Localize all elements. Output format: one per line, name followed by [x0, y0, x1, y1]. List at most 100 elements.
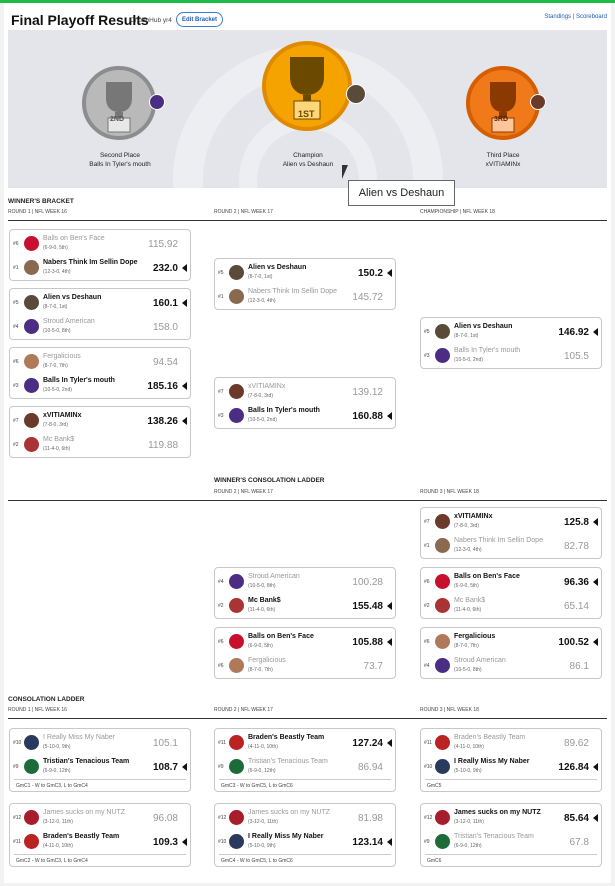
team-avatar[interactable]: [24, 236, 39, 251]
team-row[interactable]: #6 Fergalicious (8-7-0, 7th) 73.7: [215, 654, 395, 678]
team-avatar[interactable]: [229, 658, 244, 673]
team-name[interactable]: xVITIAMINx: [454, 513, 493, 520]
team-name[interactable]: Nabers Think Im Sellin Dope: [248, 288, 337, 295]
matchup-card[interactable]: #12 James sucks on my NUTZ (3-12-0, 11th) 8…: [420, 803, 602, 867]
team-row[interactable]: #4 Stroud American (10-5-0, 8th) 86.1: [421, 654, 601, 678]
team-name[interactable]: Fergalicious: [454, 633, 495, 640]
team-avatar[interactable]: [229, 834, 244, 849]
matchup-card[interactable]: #6 Balls on Ben's Face (6-9-0, 5th) 115.92 #…: [9, 229, 191, 281]
team-avatar[interactable]: [435, 514, 450, 529]
team-row[interactable]: #12 James sucks on my NUTZ (3-12-0, 11th) 8…: [215, 806, 395, 830]
team-avatar[interactable]: [24, 260, 39, 275]
team-row[interactable]: #10 I Really Miss My Naber (5-10-0, 9th) 12…: [215, 830, 395, 854]
team-row[interactable]: #5 Alien vs Deshaun (8-7-0, 1st) 150.2: [215, 261, 395, 285]
matchup-card[interactable]: #7 xVITIAMINx (7-8-0, 3rd) 138.26 #2 Mc Bank$…: [9, 406, 191, 458]
team-row[interactable]: #7 xVITIAMINx (7-8-0, 3rd) 125.8: [421, 510, 601, 534]
third-place-avatar[interactable]: [530, 94, 546, 110]
matchup-card[interactable]: #6 Balls on Ben's Face (6-9-0, 5th) 105.88 #…: [214, 627, 396, 679]
team-row[interactable]: #12 James sucks on my NUTZ (3-12-0, 11th) 8…: [421, 806, 601, 830]
matchup-card[interactable]: #7 xVITIAMINx (7-8-0, 3rd) 125.8 #1 Nabers Th…: [420, 507, 602, 559]
edit-bracket-button[interactable]: Edit Bracket: [176, 12, 223, 27]
team-avatar[interactable]: [229, 384, 244, 399]
team-name[interactable]: Braden's Beastly Team: [43, 833, 119, 840]
scoreboard-link[interactable]: Scoreboard: [576, 14, 607, 20]
matchup-card[interactable]: #6 Fergalicious (8-7-0, 7th) 100.52 #4 Stroud…: [420, 627, 602, 679]
team-row[interactable]: #3 Balls In Tyler's mouth (10-5-0, 2nd) 185…: [10, 374, 190, 398]
team-row[interactable]: #9 Tristian's Tenacious Team (6-9-0, 12th)…: [421, 830, 601, 854]
matchup-card[interactable]: #5 Alien vs Deshaun (8-7-0, 1st) 150.2 #1 Nab…: [214, 258, 396, 310]
team-row[interactable]: #6 Fergalicious (8-7-0, 7th) 94.54: [10, 350, 190, 374]
team-row[interactable]: #9 Tristian's Tenacious Team (6-9-0, 12th)…: [10, 755, 190, 779]
team-avatar[interactable]: [229, 289, 244, 304]
matchup-card[interactable]: #5 Alien vs Deshaun (8-7-0, 1st) 160.1 #4 Str…: [9, 288, 191, 340]
team-name[interactable]: Alien vs Deshaun: [43, 294, 101, 301]
team-avatar[interactable]: [435, 735, 450, 750]
team-row[interactable]: #4 Stroud American (10-5-0, 8th) 158.0: [10, 315, 190, 339]
team-row[interactable]: #1 Nabers Think Im Sellin Dope (12-3-0, 4t…: [215, 285, 395, 309]
third-place-team[interactable]: xVITIAMINx: [453, 160, 553, 169]
team-avatar[interactable]: [24, 295, 39, 310]
team-name[interactable]: Tristian's Tenacious Team: [248, 758, 328, 765]
team-name[interactable]: Balls on Ben's Face: [454, 573, 520, 580]
team-row[interactable]: #1 Nabers Think Im Sellin Dope (12-3-0, 4t…: [10, 256, 190, 280]
team-row[interactable]: #11 Braden's Beastly Team (4-11-0, 10th) 12…: [215, 731, 395, 755]
team-avatar[interactable]: [229, 735, 244, 750]
champion-avatar[interactable]: [346, 84, 366, 104]
matchup-card[interactable]: #10 I Really Miss My Naber (5-10-0, 9th) 10…: [9, 728, 191, 792]
team-row[interactable]: #10 I Really Miss My Naber (5-10-0, 9th) 12…: [421, 755, 601, 779]
team-name[interactable]: Tristian's Tenacious Team: [43, 758, 129, 765]
team-name[interactable]: James sucks on my NUTZ: [454, 809, 541, 816]
team-name[interactable]: Balls In Tyler's mouth: [43, 377, 115, 384]
team-avatar[interactable]: [24, 759, 39, 774]
team-name[interactable]: Nabers Think Im Sellin Dope: [43, 259, 138, 266]
team-name[interactable]: Mc Bank$: [43, 436, 74, 443]
team-avatar[interactable]: [24, 319, 39, 334]
team-row[interactable]: #6 Balls on Ben's Face (6-9-0, 5th) 96.36: [421, 570, 601, 594]
team-row[interactable]: #4 Stroud American (10-5-0, 8th) 100.28: [215, 570, 395, 594]
team-name[interactable]: Balls In Tyler's mouth: [248, 407, 320, 414]
matchup-card[interactable]: #11 Braden's Beastly Team (4-11-0, 10th) 12…: [214, 728, 396, 792]
team-name[interactable]: Stroud American: [43, 318, 95, 325]
team-name[interactable]: xVITIAMINx: [248, 383, 285, 390]
team-name[interactable]: Stroud American: [248, 573, 300, 580]
team-avatar[interactable]: [24, 413, 39, 428]
team-avatar[interactable]: [24, 810, 39, 825]
team-avatar[interactable]: [24, 378, 39, 393]
team-name[interactable]: Balls on Ben's Face: [248, 633, 314, 640]
team-avatar[interactable]: [229, 810, 244, 825]
team-name[interactable]: xVITIAMINx: [43, 412, 82, 419]
team-name[interactable]: I Really Miss My Naber: [248, 833, 323, 840]
team-row[interactable]: #10 I Really Miss My Naber (5-10-0, 9th) 10…: [10, 731, 190, 755]
team-name[interactable]: Braden's Beastly Team: [248, 734, 324, 741]
matchup-card[interactable]: #6 Fergalicious (8-7-0, 7th) 94.54 #3 Balls I…: [9, 347, 191, 399]
matchup-card[interactable]: #4 Stroud American (10-5-0, 8th) 100.28 #2 Mc…: [214, 567, 396, 619]
second-place-team[interactable]: Balls In Tyler's mouth: [70, 160, 170, 169]
team-row[interactable]: #12 James sucks on my NUTZ (3-12-0, 11th) 9…: [10, 806, 190, 830]
team-avatar[interactable]: [229, 265, 244, 280]
standings-link[interactable]: Standings: [544, 14, 571, 20]
second-place-avatar[interactable]: [149, 94, 165, 110]
team-name[interactable]: Fergalicious: [248, 657, 286, 664]
team-row[interactable]: #11 Braden's Beastly Team (4-11-0, 10th) 89…: [421, 731, 601, 755]
matchup-card[interactable]: #12 James sucks on my NUTZ (3-12-0, 11th) 8…: [214, 803, 396, 867]
team-row[interactable]: #2 Mc Bank$ (11-4-0, 6th) 65.14: [421, 594, 601, 618]
team-row[interactable]: #6 Balls on Ben's Face (6-9-0, 5th) 115.92: [10, 232, 190, 256]
team-row[interactable]: #3 Balls In Tyler's mouth (10-5-0, 2nd) 160…: [215, 404, 395, 428]
team-row[interactable]: #2 Mc Bank$ (11-4-0, 6th) 155.48: [215, 594, 395, 618]
team-name[interactable]: Balls on Ben's Face: [43, 235, 105, 242]
team-row[interactable]: #9 Tristian's Tenacious Team (6-9-0, 12th)…: [215, 755, 395, 779]
team-avatar[interactable]: [435, 598, 450, 613]
team-name[interactable]: Tristian's Tenacious Team: [454, 833, 534, 840]
matchup-card[interactable]: #7 xVITIAMINx (7-8-0, 3rd) 139.12 #3 Balls In…: [214, 377, 396, 429]
team-row[interactable]: #6 Fergalicious (8-7-0, 7th) 100.52: [421, 630, 601, 654]
team-avatar[interactable]: [229, 598, 244, 613]
team-name[interactable]: Mc Bank$: [454, 597, 485, 604]
team-name[interactable]: Stroud American: [454, 657, 506, 664]
team-avatar[interactable]: [24, 735, 39, 750]
team-name[interactable]: Fergalicious: [43, 353, 81, 360]
team-row[interactable]: #11 Braden's Beastly Team (4-11-0, 10th) 10…: [10, 830, 190, 854]
team-avatar[interactable]: [229, 634, 244, 649]
team-name[interactable]: I Really Miss My Naber: [43, 734, 115, 741]
team-avatar[interactable]: [229, 759, 244, 774]
team-row[interactable]: #1 Nabers Think Im Sellin Dope (12-3-0, 4t…: [421, 534, 601, 558]
